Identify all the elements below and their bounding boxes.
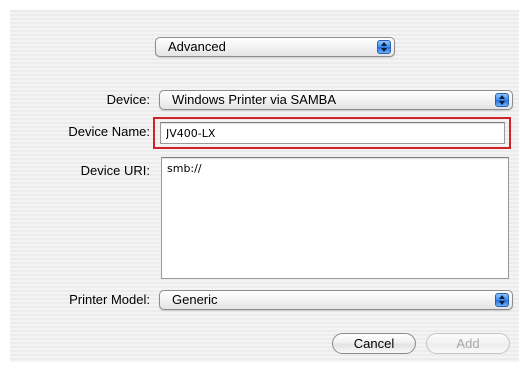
popup-stepper-icon — [495, 293, 509, 307]
popup-stepper-icon — [495, 93, 509, 107]
device-name-field[interactable] — [160, 122, 505, 144]
device-name-label: Device Name: — [68, 124, 150, 139]
printer-model-popup[interactable]: Generic — [159, 290, 513, 310]
printer-model-popup-value: Generic — [172, 292, 218, 307]
device-uri-field[interactable]: smb:// — [161, 157, 509, 279]
cancel-button[interactable]: Cancel — [332, 333, 416, 354]
device-label: Device: — [106, 92, 150, 107]
printer-setup-panel: Advanced Device: Windows Printer via SAM… — [10, 10, 519, 362]
device-uri-label: Device URI: — [80, 163, 150, 178]
printer-model-label: Printer Model: — [69, 292, 150, 307]
device-popup-value: Windows Printer via SAMBA — [172, 92, 336, 107]
mode-popup-value: Advanced — [168, 39, 226, 54]
device-popup[interactable]: Windows Printer via SAMBA — [159, 90, 513, 110]
mode-popup[interactable]: Advanced — [155, 37, 395, 57]
add-button[interactable]: Add — [426, 333, 510, 354]
popup-stepper-icon — [377, 40, 391, 54]
